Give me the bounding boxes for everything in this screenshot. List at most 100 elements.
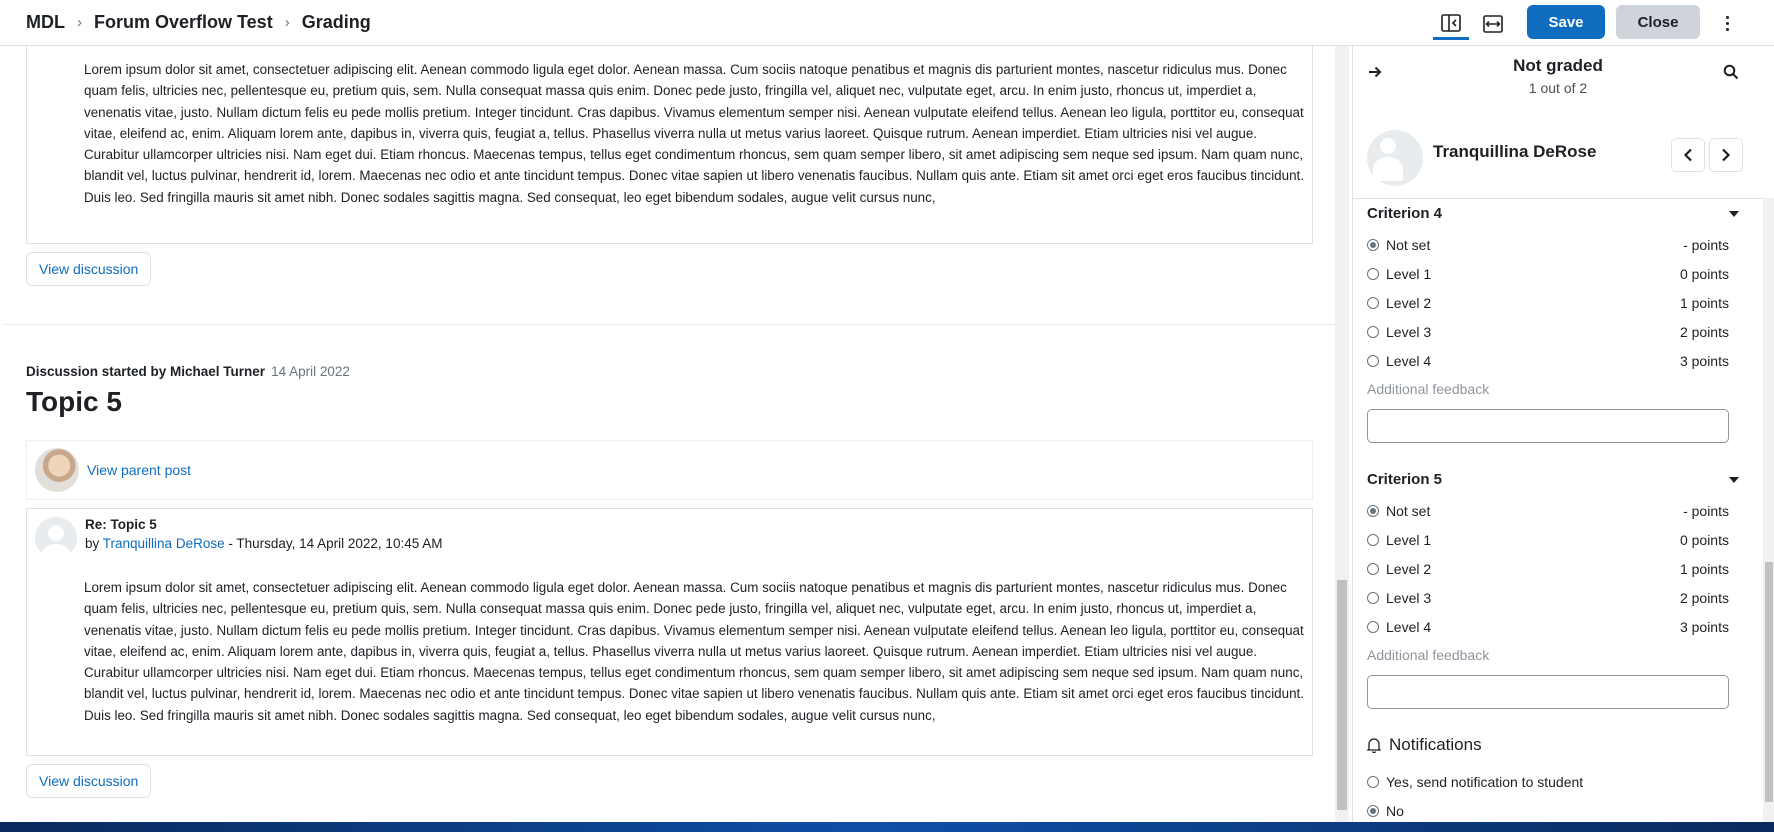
- radio-button[interactable]: [1367, 268, 1379, 280]
- post-card: Re: Topic 5 by Tranquillina DeRose - Thu…: [26, 508, 1313, 756]
- grading-panel: Not graded 1 out of 2 Tranquillina DeRos…: [1352, 46, 1774, 822]
- level-option[interactable]: Level 3 2 points: [1367, 322, 1729, 342]
- radio-button[interactable]: [1367, 355, 1379, 367]
- level-option[interactable]: Level 1 0 points: [1367, 530, 1729, 550]
- option-label: Level 4: [1386, 619, 1432, 635]
- radio-button[interactable]: [1367, 297, 1379, 309]
- search-user-button[interactable]: [1723, 64, 1739, 85]
- option-label: Yes, send notification to student: [1386, 774, 1584, 790]
- level-option[interactable]: Level 2 1 points: [1367, 293, 1729, 313]
- scrollbar-thumb[interactable]: [1765, 562, 1773, 802]
- criterion-5: Criterion 5 Not set - points Level 1 0 poi…: [1367, 471, 1747, 711]
- breadcrumb-item-mdl[interactable]: MDL: [26, 12, 65, 33]
- user-name: Tranquillina DeRose: [1433, 142, 1597, 161]
- more-options-icon[interactable]: [1720, 10, 1734, 36]
- next-user-button[interactable]: [1709, 138, 1743, 172]
- discussion-content: Lorem ipsum dolor sit amet, consectetuer…: [0, 46, 1335, 822]
- level-option[interactable]: Level 4 3 points: [1367, 351, 1729, 371]
- scrollbar-thumb[interactable]: [1337, 580, 1347, 810]
- caret-down-icon[interactable]: [1729, 211, 1739, 217]
- notify-yes-option[interactable]: Yes, send notification to student: [1367, 772, 1729, 792]
- level-option[interactable]: Level 3 2 points: [1367, 588, 1729, 608]
- user-position: 1 out of 2: [1528, 80, 1588, 96]
- option-points: 0 points: [1679, 532, 1729, 548]
- post-date: - Thursday, 14 April 2022, 10:45 AM: [224, 536, 443, 551]
- level-option[interactable]: Level 2 1 points: [1367, 559, 1729, 579]
- option-points: 1 points: [1679, 561, 1729, 577]
- level-option[interactable]: Not set - points: [1367, 501, 1729, 521]
- avatar: [35, 517, 77, 559]
- discussion-meta: Discussion started by Michael Turner 14 A…: [26, 364, 350, 379]
- user-selector: Tranquillina DeRose: [1353, 116, 1763, 196]
- option-points: 3 points: [1679, 619, 1729, 635]
- radio-button[interactable]: [1367, 592, 1379, 604]
- option-label: Level 2: [1386, 295, 1432, 311]
- level-option[interactable]: Level 4 3 points: [1367, 617, 1729, 637]
- post-body: Lorem ipsum dolor sit amet, consectetuer…: [84, 580, 1304, 723]
- avatar: [35, 448, 79, 492]
- byline-by: by: [85, 536, 100, 551]
- option-label: Level 2: [1386, 561, 1432, 577]
- option-label: Level 1: [1386, 532, 1432, 548]
- search-icon: [1723, 64, 1739, 80]
- additional-feedback-label: Additional feedback: [1367, 381, 1490, 397]
- parent-post-row: View parent post: [26, 440, 1313, 500]
- chevron-right-icon: ›: [77, 14, 82, 31]
- os-taskbar: [0, 822, 1774, 832]
- level-option[interactable]: Not set - points: [1367, 235, 1729, 255]
- post-body: Lorem ipsum dolor sit amet, consectetuer…: [84, 62, 1304, 205]
- page-header: MDL › Forum Overflow Test › Grading Save…: [0, 0, 1774, 46]
- discussion-date: 14 April 2022: [271, 364, 350, 379]
- view-parent-post-link[interactable]: View parent post: [87, 462, 191, 478]
- option-label: Not set: [1386, 503, 1431, 519]
- view-discussion-button[interactable]: View discussion: [26, 252, 152, 286]
- notifications-heading: Notifications: [1367, 735, 1482, 755]
- post-author-link[interactable]: Tranquillina DeRose: [103, 536, 225, 551]
- discussion-started-by: Discussion started by Michael Turner: [26, 364, 266, 379]
- criterion-4: Criterion 4 Not set - points Level 1 0 poi…: [1367, 205, 1747, 445]
- chevron-left-icon: [1683, 148, 1692, 162]
- post-card: Lorem ipsum dolor sit amet, consectetuer…: [26, 46, 1313, 244]
- level-option[interactable]: Level 1 0 points: [1367, 264, 1729, 284]
- notifications-title: Notifications: [1389, 735, 1482, 754]
- expand-horizontal-icon: [1483, 15, 1503, 33]
- panel-left-icon: [1441, 13, 1461, 32]
- option-points: 0 points: [1679, 266, 1729, 282]
- criterion-title: Criterion 5: [1367, 471, 1443, 488]
- radio-button[interactable]: [1367, 505, 1379, 517]
- toggle-fullwidth-button[interactable]: [1475, 8, 1511, 40]
- bell-icon: [1367, 738, 1381, 753]
- collapse-grader-panel-button[interactable]: [1433, 8, 1469, 40]
- grade-status: Not graded: [1513, 56, 1603, 75]
- option-label: No: [1386, 803, 1404, 819]
- avatar: [1367, 130, 1423, 186]
- radio-button[interactable]: [1367, 621, 1379, 633]
- option-label: Level 3: [1386, 324, 1432, 340]
- radio-button[interactable]: [1367, 776, 1379, 788]
- option-points: 3 points: [1679, 353, 1729, 369]
- radio-button[interactable]: [1367, 563, 1379, 575]
- panel-scrollbar[interactable]: [1763, 198, 1774, 822]
- radio-button[interactable]: [1367, 239, 1379, 251]
- post-title: Re: Topic 5: [85, 517, 157, 532]
- option-points: 2 points: [1679, 324, 1729, 340]
- save-button[interactable]: Save: [1527, 5, 1605, 39]
- option-label: Not set: [1386, 237, 1431, 253]
- notify-no-option[interactable]: No: [1367, 801, 1729, 821]
- radio-button[interactable]: [1367, 534, 1379, 546]
- discussion-divider: [4, 324, 1335, 325]
- additional-feedback-input[interactable]: [1367, 409, 1729, 443]
- option-label: Level 4: [1386, 353, 1432, 369]
- previous-user-button[interactable]: [1671, 138, 1705, 172]
- additional-feedback-input[interactable]: [1367, 675, 1729, 709]
- additional-feedback-label: Additional feedback: [1367, 647, 1490, 663]
- breadcrumb: MDL › Forum Overflow Test › Grading: [26, 12, 371, 33]
- close-button[interactable]: Close: [1616, 5, 1700, 39]
- main-scrollbar[interactable]: [1335, 46, 1349, 822]
- view-discussion-button[interactable]: View discussion: [26, 764, 152, 798]
- breadcrumb-item-course[interactable]: Forum Overflow Test: [94, 12, 273, 33]
- caret-down-icon[interactable]: [1729, 477, 1739, 483]
- radio-button[interactable]: [1367, 805, 1379, 817]
- radio-button[interactable]: [1367, 326, 1379, 338]
- option-points: - points: [1683, 503, 1729, 519]
